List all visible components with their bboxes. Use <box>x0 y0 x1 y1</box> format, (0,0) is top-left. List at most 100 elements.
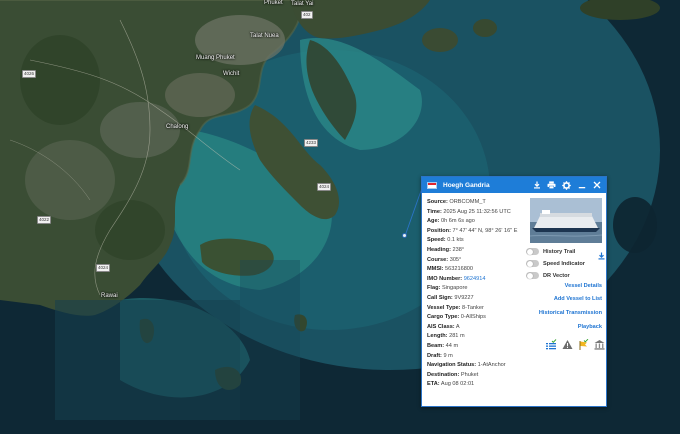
field-label: Position: <box>427 227 451 234</box>
print-icon[interactable] <box>547 181 556 190</box>
field-row: AIS Class: A <box>427 323 537 333</box>
field-label: Speed: <box>427 237 446 244</box>
field-label: Beam: <box>427 342 445 349</box>
field-row: Length: 281 m <box>427 332 537 342</box>
field-label: Length: <box>427 333 448 340</box>
map-label-phuket: Phuket <box>264 0 283 6</box>
popup-header: Hoegh Gandria <box>422 177 606 193</box>
field-value: 305° <box>449 256 462 263</box>
field-value: 0h 6m 6s ago <box>441 218 475 225</box>
field-label: ETA: <box>427 381 440 388</box>
field-label: Course: <box>427 256 449 263</box>
field-row: Vessel Type: 8-Tanker <box>427 304 537 314</box>
field-label: Vessel Type: <box>427 304 461 311</box>
field-label: Age: <box>427 218 440 225</box>
vessel-name: Hoegh Gandria <box>443 181 490 189</box>
minimize-icon[interactable] <box>577 181 586 190</box>
field-label: Flag: <box>427 285 441 292</box>
vessel-marker[interactable] <box>402 233 407 238</box>
field-value: 9V9227 <box>454 294 474 301</box>
field-row: Course: 305° <box>427 256 537 266</box>
field-value: 1-AtAnchor <box>477 362 506 369</box>
close-icon[interactable] <box>592 181 601 190</box>
flag-icon[interactable] <box>578 339 589 350</box>
dr-vector-toggle-row: DR Vector <box>526 272 570 279</box>
field-row: Beam: 44 m <box>427 342 537 352</box>
vessel-tool-icons <box>546 339 606 350</box>
building-icon[interactable] <box>594 339 605 350</box>
field-label: Draft: <box>427 352 442 359</box>
field-row: Age: 0h 6m 6s ago <box>427 217 537 227</box>
field-row: Call Sign: 9V9227 <box>427 294 537 304</box>
field-label: AIS Class: <box>427 323 455 330</box>
field-row: Position: 7° 47' 44" N, 98° 26' 16" E <box>427 227 537 237</box>
field-value: 563216800 <box>445 266 474 273</box>
vessel-info-popup: Hoegh Gandria Source: ORBCOMM_T Time: 202… <box>421 176 607 407</box>
field-row: Destination: Phuket <box>427 371 537 381</box>
list-check-icon[interactable] <box>546 339 557 350</box>
field-value: Singapore <box>441 285 468 292</box>
road-shield: 4024 <box>317 183 332 191</box>
map-label-muang-phuket: Muang Phuket <box>196 55 235 61</box>
field-label: Call Sign: <box>427 294 453 301</box>
road-shield: 4024 <box>96 264 111 272</box>
imo-number-link[interactable]: 9624914 <box>464 276 486 282</box>
history-trail-toggle[interactable] <box>526 248 539 255</box>
field-label: IMO Number: <box>427 275 463 282</box>
history-download-icon[interactable] <box>598 247 605 265</box>
field-label: Source: <box>427 199 448 205</box>
field-value: ORBCOMM_T <box>449 199 486 205</box>
field-value: A <box>455 323 460 330</box>
map-label-rawai: Rawai <box>101 293 118 299</box>
vessel-photo[interactable] <box>530 198 602 243</box>
dr-vector-label: DR Vector <box>543 272 570 279</box>
field-value: 44 m <box>445 342 459 349</box>
field-row: MMSI: 563216800 <box>427 265 537 275</box>
field-label: Time: <box>427 208 442 215</box>
field-label: Destination: <box>427 371 460 378</box>
field-row: Navigation Status: 1-AtAnchor <box>427 361 537 371</box>
field-value: Aug 08 02:01 <box>440 381 475 388</box>
singapore-flag-icon <box>427 181 437 189</box>
field-row: Speed: 0.1 kts <box>427 236 537 246</box>
field-row: Heading: 238° <box>427 246 537 256</box>
field-row: Time: 2025 Aug 25 11:32:56 UTC <box>427 208 537 218</box>
dr-vector-toggle[interactable] <box>526 272 539 279</box>
add-vessel-to-list-link[interactable]: Add Vessel to List <box>554 296 602 302</box>
field-value: 0-AllShips <box>460 314 486 321</box>
field-row: IMO Number: 9624914 <box>427 275 537 285</box>
field-row: Source: ORBCOMM_T <box>427 198 537 208</box>
vessel-details-link[interactable]: Vessel Details <box>565 283 602 289</box>
download-icon[interactable] <box>532 181 541 190</box>
road-shield: 402 <box>301 11 313 19</box>
speed-indicator-toggle-row: Speed Indicator <box>526 260 585 267</box>
field-value: 2025 Aug 25 11:32:56 UTC <box>443 208 511 215</box>
warning-icon[interactable] <box>562 339 573 350</box>
field-value: 7° 47' 44" N, 98° 26' 16" E <box>452 227 518 234</box>
road-shield: 4026 <box>22 70 37 78</box>
playback-link[interactable]: Playback <box>578 324 602 330</box>
field-row: ETA: Aug 08 02:01 <box>427 380 537 390</box>
historical-transmission-link[interactable]: Historical Transmission <box>539 310 602 316</box>
field-row: Flag: Singapore <box>427 284 537 294</box>
field-value: 8-Tanker <box>462 304 484 311</box>
field-label: Navigation Status: <box>427 362 477 369</box>
gear-icon[interactable] <box>562 180 571 190</box>
field-value: 281 m <box>449 333 465 340</box>
field-label: Cargo Type: <box>427 314 460 321</box>
field-row: Cargo Type: 0-AllShips <box>427 313 537 323</box>
road-shield: 4233 <box>304 139 319 147</box>
history-trail-label: History Trail <box>543 248 576 255</box>
field-label: Heading: <box>427 246 451 253</box>
history-trail-toggle-row: History Trail <box>526 248 575 255</box>
vessel-fields: Source: ORBCOMM_T Time: 2025 Aug 25 11:32… <box>427 198 537 390</box>
speed-indicator-toggle[interactable] <box>526 260 539 267</box>
field-value: 9 m <box>443 352 453 359</box>
road-shield: 4022 <box>37 216 52 224</box>
speed-indicator-label: Speed Indicator <box>543 260 585 267</box>
map-label-talat-nuea: Talat Nuea <box>250 33 279 39</box>
field-value: 0.1 kts <box>447 237 464 244</box>
field-value: Phuket <box>460 371 479 378</box>
field-value: 238° <box>452 246 465 253</box>
map-label-wichit: Wichit <box>223 71 240 77</box>
